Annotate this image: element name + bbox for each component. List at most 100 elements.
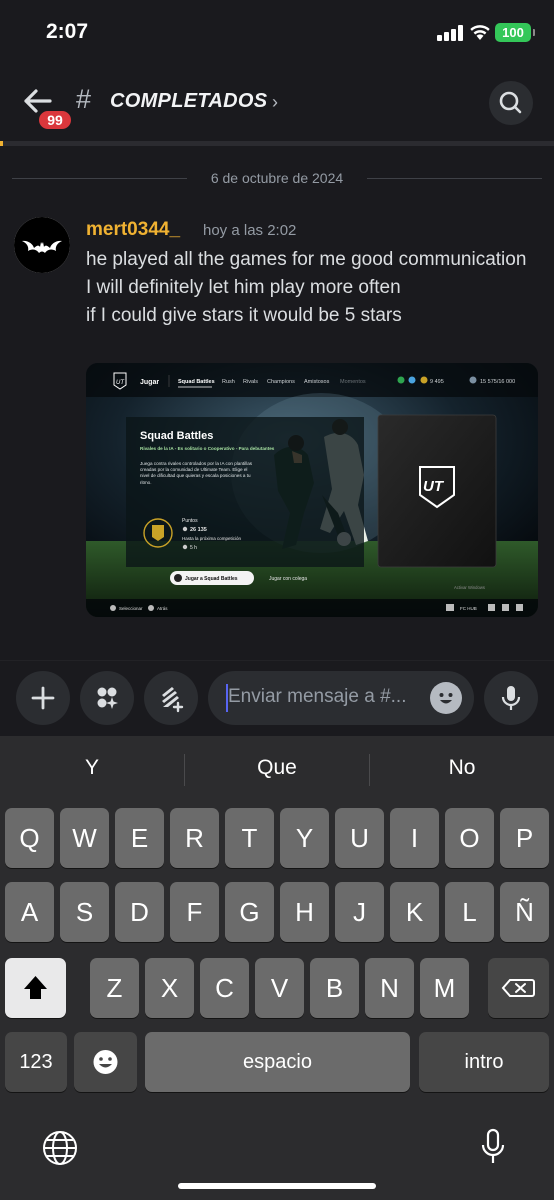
key-y[interactable]: Y	[280, 808, 329, 868]
message-line: he played all the games for me good comm…	[86, 249, 527, 298]
bat-logo-icon	[14, 217, 70, 273]
onscreen-keyboard: Y Que No Q W E R T Y U I O P A S D F G H…	[0, 736, 554, 1200]
emoji-icon	[93, 1050, 118, 1074]
key-o[interactable]: O	[445, 808, 494, 868]
search-button[interactable]	[489, 81, 533, 125]
panel-description: Juega contra rivales controlados por la …	[140, 461, 253, 485]
message-author[interactable]: mert0344_	[86, 219, 180, 241]
tab-squad-battles: Squad Battles	[178, 379, 215, 385]
message-input[interactable]: Enviar mensaje a #...	[208, 671, 474, 725]
activate-windows-watermark: Activar Windows	[454, 585, 485, 590]
key-s[interactable]: S	[60, 882, 109, 942]
key-z[interactable]: Z	[90, 958, 139, 1018]
tab-amistosos: Amistosos	[304, 379, 330, 385]
chevron-right-icon[interactable]: ›	[272, 92, 278, 113]
rank-label: Puntos	[182, 518, 198, 524]
apps-icon	[97, 687, 118, 709]
date-divider: 6 de octubre de 2024	[12, 168, 542, 188]
play-squad-battles-button: Jugar a Squad Battles	[185, 576, 238, 582]
channel-title[interactable]: COMPLETADOS	[110, 90, 267, 113]
suggestion-item[interactable]: Que	[185, 756, 369, 780]
key-f[interactable]: F	[170, 882, 219, 942]
play-with-friend-button: Jugar con colega	[269, 576, 307, 582]
rank-points: 26 135	[190, 527, 207, 533]
tab-jugar: Jugar	[140, 379, 159, 386]
key-n-tilde[interactable]: Ñ	[500, 882, 549, 942]
panel-subtitle: Rivales de la IA - Es solitario o Cooper…	[140, 446, 275, 451]
key-g[interactable]: G	[225, 882, 274, 942]
key-x[interactable]: X	[145, 958, 194, 1018]
suggestion-item[interactable]: No	[370, 756, 554, 780]
key-e[interactable]: E	[115, 808, 164, 868]
points-value: 15 575/16 000	[480, 379, 515, 385]
next-comp-label: Hasta la próxima competición	[182, 536, 242, 541]
hash-icon: #	[76, 84, 92, 114]
key-c[interactable]: C	[200, 958, 249, 1018]
smiley-icon	[439, 693, 453, 704]
return-key[interactable]: intro	[419, 1032, 549, 1092]
status-time: 2:07	[46, 20, 89, 43]
gift-nitro-button[interactable]	[144, 671, 198, 725]
key-h[interactable]: H	[280, 882, 329, 942]
status-bar: 2:07 100	[0, 0, 554, 66]
image-attachment[interactable]: UT Jugar Squad Battles Rush Rivals Champ…	[86, 363, 538, 617]
next-comp-time: 5 h	[190, 545, 197, 551]
emoji-key[interactable]	[74, 1032, 137, 1092]
plus-icon	[31, 686, 55, 710]
numbers-key[interactable]: 123	[5, 1032, 67, 1092]
key-b[interactable]: B	[310, 958, 359, 1018]
tab-rush: Rush	[222, 379, 235, 385]
key-v[interactable]: V	[255, 958, 304, 1018]
add-attachment-button[interactable]	[16, 671, 70, 725]
shift-key[interactable]	[5, 958, 66, 1018]
sticker-icon	[162, 687, 184, 713]
message-line: if I could give stars it would be 5 star…	[86, 305, 402, 326]
home-indicator[interactable]	[178, 1183, 376, 1189]
footer-back: Atrás	[157, 606, 168, 611]
fc-hub-label: FC HUB	[460, 606, 477, 611]
key-w[interactable]: W	[60, 808, 109, 868]
message-timestamp: hoy a las 2:02	[203, 222, 297, 239]
shift-arrow-icon	[24, 976, 47, 999]
attachment-scene: UT Jugar Squad Battles Rush Rivals Champ…	[86, 363, 538, 617]
ut-logo: UT	[423, 478, 445, 495]
key-t[interactable]: T	[225, 808, 274, 868]
space-key[interactable]: espacio	[145, 1032, 410, 1092]
apps-button[interactable]	[80, 671, 134, 725]
key-q[interactable]: Q	[5, 808, 54, 868]
key-i[interactable]: I	[390, 808, 439, 868]
tab-champions: Champions	[267, 379, 295, 385]
avatar[interactable]	[14, 217, 70, 273]
date-divider-label: 6 de octubre de 2024	[210, 170, 344, 186]
key-l[interactable]: L	[445, 882, 494, 942]
coins-value: 9 495	[430, 379, 444, 385]
key-r[interactable]: R	[170, 808, 219, 868]
key-m[interactable]: M	[420, 958, 469, 1018]
message-composer: Enviar mensaje a #...	[0, 660, 554, 736]
key-p[interactable]: P	[500, 808, 549, 868]
dictation-mic-icon[interactable]	[476, 1126, 510, 1170]
voice-message-button[interactable]	[484, 671, 538, 725]
suggestion-item[interactable]: Y	[0, 756, 184, 780]
backspace-key[interactable]	[488, 958, 549, 1018]
key-k[interactable]: K	[390, 882, 439, 942]
suggestion-bar: Y Que No	[0, 736, 554, 806]
key-n[interactable]: N	[365, 958, 414, 1018]
key-a[interactable]: A	[5, 882, 54, 942]
emoji-button[interactable]	[430, 682, 462, 714]
panel-title: Squad Battles	[140, 430, 213, 442]
channel-header: 99 # COMPLETADOS ›	[0, 66, 554, 142]
footer-select: Seleccionar	[119, 606, 143, 611]
key-u[interactable]: U	[335, 808, 384, 868]
key-j[interactable]: J	[335, 882, 384, 942]
globe-icon[interactable]	[40, 1128, 80, 1168]
key-d[interactable]: D	[115, 882, 164, 942]
wifi-icon	[470, 25, 490, 40]
tab-rivals: Rivals	[243, 379, 258, 385]
microphone-icon	[501, 686, 521, 710]
search-icon	[499, 91, 522, 114]
unread-badge: 99	[36, 108, 74, 132]
message-body: he played all the games for me good comm…	[86, 246, 536, 330]
backspace-icon	[501, 979, 535, 997]
message-input-placeholder: Enviar mensaje a #...	[228, 686, 407, 707]
